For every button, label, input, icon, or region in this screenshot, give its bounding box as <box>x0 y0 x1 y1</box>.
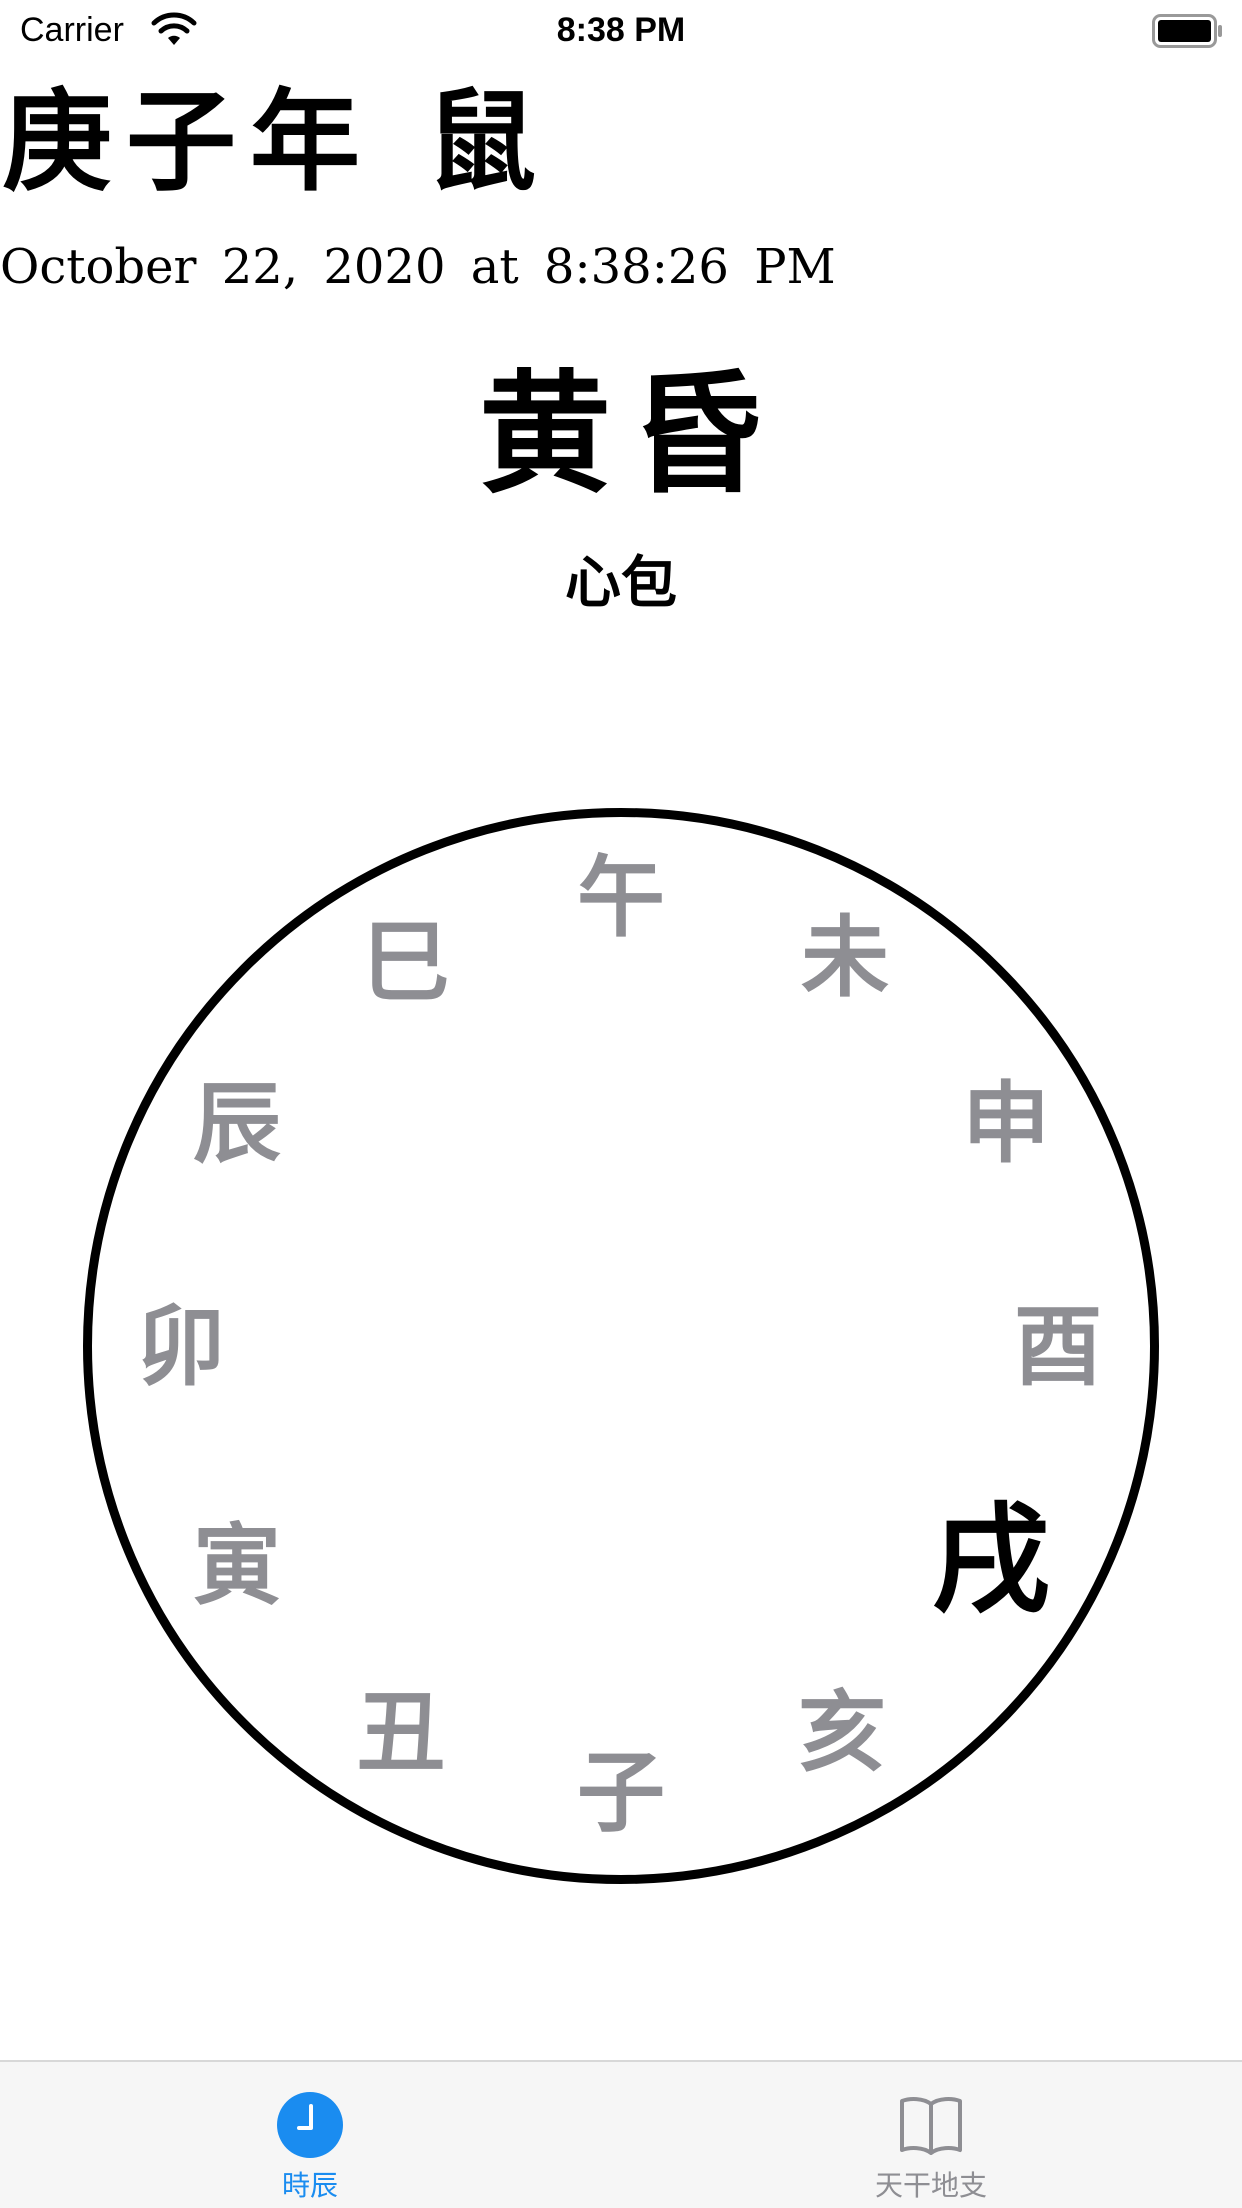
branch-wei: 未 <box>800 905 889 1009</box>
branch-shen: 申 <box>961 1071 1050 1175</box>
branch-chen: 辰 <box>192 1071 281 1175</box>
branch-chou: 丑 <box>356 1680 445 1784</box>
battery-icon <box>1152 14 1222 48</box>
tab-bar: 時辰 天干地支 <box>0 2060 1242 2208</box>
tab-ganzhi-label: 天干地支 <box>874 2169 987 2202</box>
status-bar: Carrier 8:38 PM <box>0 0 1242 60</box>
branch-you: 酉 <box>1013 1294 1102 1398</box>
tab-shichen-label: 時辰 <box>281 2169 338 2202</box>
year-title: 庚子年 鼠 <box>2 77 551 206</box>
branch-hai: 亥 <box>797 1680 886 1784</box>
meridian-label: 心包 <box>565 550 677 616</box>
status-time: 8:38 PM <box>556 11 686 49</box>
branch-si: 巳 <box>361 910 450 1014</box>
tab-shichen[interactable]: 時辰 <box>180 2062 440 2208</box>
tab-ganzhi[interactable]: 天干地支 <box>801 2062 1061 2208</box>
branch-mao: 卯 <box>136 1294 225 1398</box>
branch-wu: 午 <box>576 845 665 949</box>
branch-zi: 子 <box>576 1740 665 1844</box>
clock-icon <box>277 2092 343 2158</box>
book-icon <box>900 2097 962 2155</box>
current-datetime: October 22, 2020 at 8:38:26 PM <box>0 239 836 295</box>
branch-yin: 寅 <box>192 1513 281 1617</box>
period-name: 黄昏 <box>479 357 783 512</box>
branch-xu: 戌 <box>931 1490 1050 1629</box>
